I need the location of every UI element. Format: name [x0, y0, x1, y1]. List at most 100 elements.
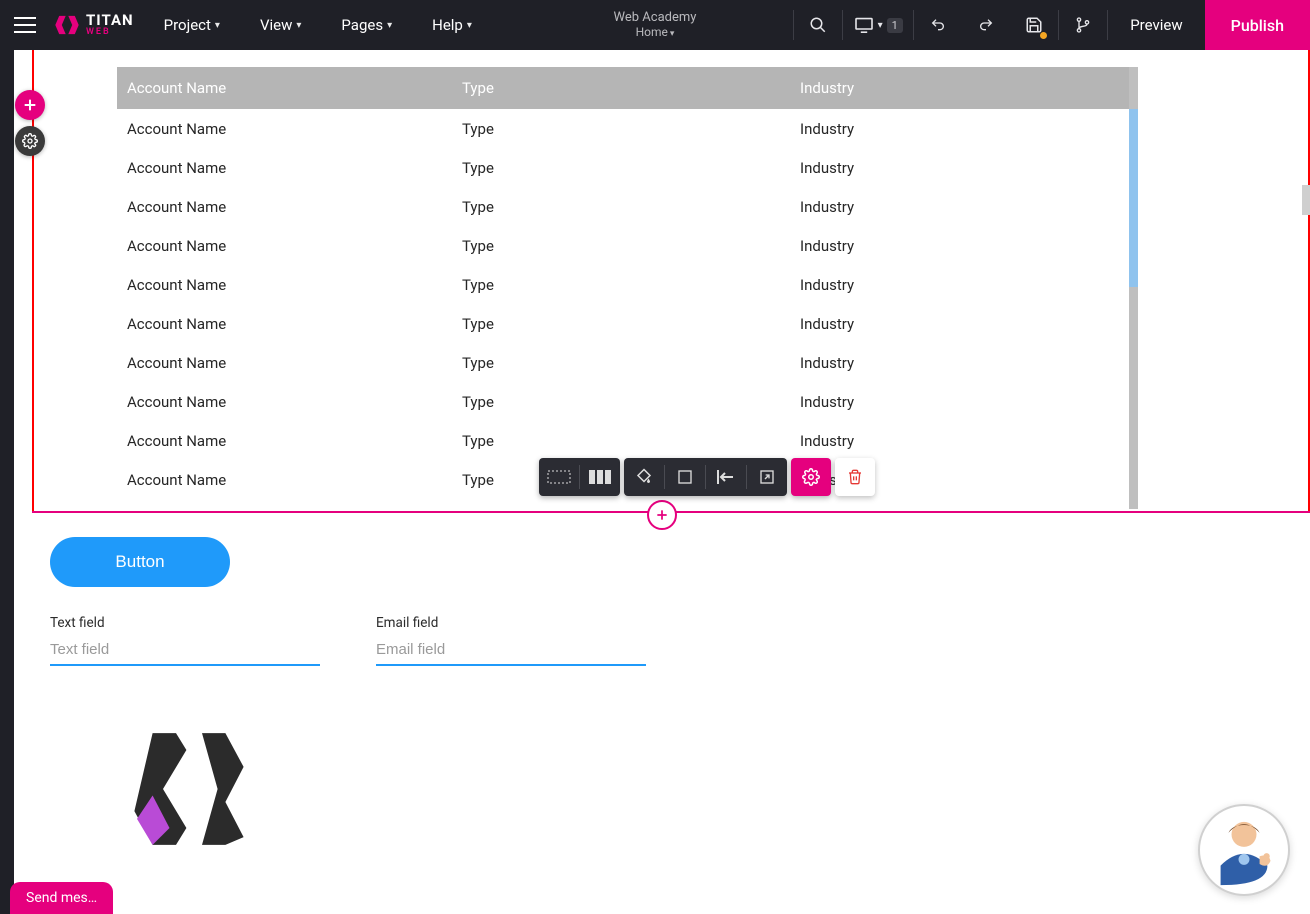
branch-button[interactable] — [1059, 0, 1107, 50]
undo-button[interactable] — [914, 0, 962, 50]
et-align-left-button[interactable] — [706, 458, 746, 496]
cell-type: Type — [462, 198, 800, 216]
cell-industry: Industry — [800, 159, 1119, 177]
main-menu: Project▾ View▾ Pages▾ Help▾ — [144, 0, 492, 50]
cell-name: Account Name — [127, 393, 462, 411]
chevron-down-icon: ▾ — [670, 29, 675, 39]
table-row[interactable]: Account NameTypeIndustry — [117, 343, 1129, 382]
cell-industry: Industry — [800, 393, 1119, 411]
cell-name: Account Name — [127, 120, 462, 138]
table-header-type: Type — [462, 79, 800, 97]
cell-industry: Industry — [800, 354, 1119, 372]
cell-type: Type — [462, 393, 800, 411]
current-page: Home — [636, 25, 668, 39]
text-field-input[interactable] — [50, 637, 320, 666]
cell-industry: Industry — [800, 198, 1119, 216]
element-toolbar — [539, 458, 875, 496]
et-fill-button[interactable] — [624, 458, 664, 496]
chevron-down-icon: ▾ — [467, 20, 472, 31]
menu-help[interactable]: Help▾ — [412, 0, 492, 50]
et-open-button[interactable] — [747, 458, 787, 496]
redo-button[interactable] — [962, 0, 1010, 50]
table-body: Account NameTypeIndustryAccount NameType… — [117, 109, 1129, 499]
add-element-fab[interactable] — [15, 90, 45, 120]
chevron-down-icon: ▾ — [215, 20, 220, 31]
scrollbar-thumb[interactable] — [1129, 109, 1138, 287]
table-header-row: Account Name Type Industry — [117, 67, 1129, 109]
site-page-selector[interactable]: Web Academy Home▾ — [614, 10, 697, 40]
et-settings-button[interactable] — [791, 458, 831, 496]
table-row[interactable]: Account NameTypeIndustry — [117, 265, 1129, 304]
device-count-badge: 1 — [887, 18, 903, 33]
unsaved-indicator — [1040, 32, 1047, 39]
cell-type: Type — [462, 315, 800, 333]
page-settings-fab[interactable] — [15, 126, 45, 156]
brand-sub: WEB — [86, 28, 134, 37]
cell-industry: Industry — [800, 276, 1119, 294]
chevron-down-icon: ▾ — [296, 20, 301, 31]
menu-pages[interactable]: Pages▾ — [321, 0, 412, 50]
menu-toggle[interactable] — [0, 17, 50, 33]
cell-type: Type — [462, 354, 800, 372]
menu-view[interactable]: View▾ — [240, 0, 321, 50]
cell-name: Account Name — [127, 237, 462, 255]
text-field-group: Text field — [50, 615, 320, 666]
menu-project[interactable]: Project▾ — [144, 0, 240, 50]
cell-industry: Industry — [800, 315, 1119, 333]
email-field-label: Email field — [376, 615, 646, 631]
help-assistant[interactable] — [1198, 804, 1290, 896]
table-row[interactable]: Account NameTypeIndustry — [117, 109, 1129, 148]
et-margin-button[interactable] — [539, 458, 579, 496]
et-columns-button[interactable] — [580, 458, 620, 496]
table-header-industry: Industry — [800, 79, 1119, 97]
brand-logo[interactable]: TITAN WEB — [50, 12, 144, 38]
logo-icon — [54, 12, 80, 38]
left-rail — [0, 50, 14, 914]
power-table[interactable]: Account Name Type Industry Account NameT… — [117, 67, 1129, 509]
cell-industry: Industry — [800, 237, 1119, 255]
cell-name: Account Name — [127, 159, 462, 177]
table-row[interactable]: Account NameTypeIndustry — [117, 421, 1129, 460]
email-field-group: Email field — [376, 615, 646, 666]
et-border-button[interactable] — [665, 458, 705, 496]
publish-button[interactable]: Publish — [1205, 0, 1310, 50]
et-delete-button[interactable] — [835, 458, 875, 496]
cell-industry: Industry — [800, 432, 1119, 450]
design-canvas[interactable]: Account Name Type Industry Account NameT… — [14, 50, 1310, 914]
table-row[interactable]: Account NameTypeIndustry — [117, 304, 1129, 343]
cell-type: Type — [462, 276, 800, 294]
table-row[interactable]: Account NameTypeIndustry — [117, 226, 1129, 265]
demo-button[interactable]: Button — [50, 537, 230, 587]
table-row[interactable]: Account NameTypeIndustry — [117, 382, 1129, 421]
top-toolbar: TITAN WEB Project▾ View▾ Pages▾ Help▾ We… — [0, 0, 1310, 50]
chevron-down-icon: ▾ — [387, 20, 392, 31]
cell-name: Account Name — [127, 354, 462, 372]
cell-type: Type — [462, 159, 800, 177]
email-field-input[interactable] — [376, 637, 646, 666]
add-strip-button[interactable] — [647, 500, 677, 530]
search-button[interactable] — [794, 0, 842, 50]
table-scrollbar[interactable] — [1129, 67, 1138, 509]
cell-name: Account Name — [127, 471, 462, 489]
site-name: Web Academy — [614, 10, 697, 26]
device-selector[interactable]: ▾ 1 — [843, 17, 913, 33]
text-field-label: Text field — [50, 615, 320, 631]
cell-name: Account Name — [127, 198, 462, 216]
table-row[interactable]: Account NameTypeIndustry — [117, 148, 1129, 187]
cell-type: Type — [462, 237, 800, 255]
toolbar-right: ▾ 1 Preview Publish — [793, 0, 1310, 50]
strip-2[interactable]: Button Text field Email field — [32, 513, 1310, 914]
cell-industry: Industry — [800, 120, 1119, 138]
image-element[interactable] — [124, 715, 254, 850]
table-row[interactable]: Account NameTypeIndustry — [117, 187, 1129, 226]
save-button[interactable] — [1010, 0, 1058, 50]
table-header-name: Account Name — [127, 79, 462, 97]
canvas-scrollbar-thumb[interactable] — [1302, 185, 1310, 215]
send-message-button[interactable]: Send mes… — [10, 882, 113, 914]
cell-name: Account Name — [127, 276, 462, 294]
cell-name: Account Name — [127, 315, 462, 333]
cell-type: Type — [462, 120, 800, 138]
cell-type: Type — [462, 432, 800, 450]
preview-button[interactable]: Preview — [1108, 0, 1204, 50]
chevron-down-icon: ▾ — [878, 20, 883, 31]
